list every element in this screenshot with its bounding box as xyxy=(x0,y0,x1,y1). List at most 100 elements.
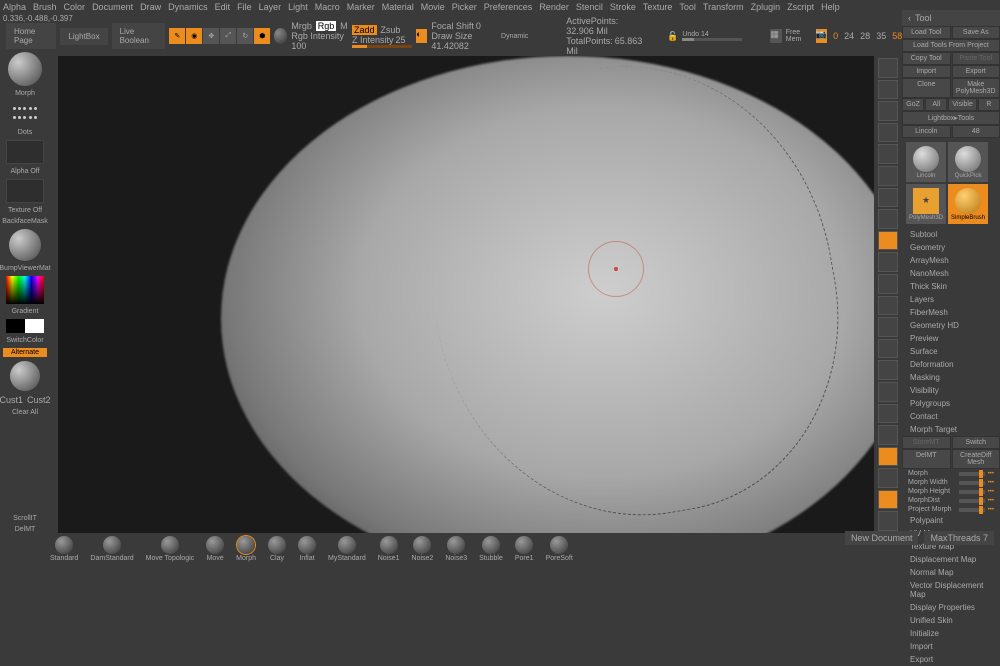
viewport-canvas[interactable] xyxy=(58,56,874,533)
panel-section-unified-skin[interactable]: Unified Skin xyxy=(902,614,1000,627)
viewport-tool-icon[interactable] xyxy=(878,296,898,316)
render-icon[interactable]: ▦ xyxy=(770,29,781,43)
document-name-label[interactable]: New Document xyxy=(845,531,919,545)
viewport-tool-icon[interactable] xyxy=(878,382,898,402)
menu-item[interactable]: Draw xyxy=(140,2,161,12)
viewport-tool-icon[interactable] xyxy=(878,231,898,251)
switch-mt-button[interactable]: Switch xyxy=(952,436,1000,449)
panel-section-subtool[interactable]: Subtool xyxy=(902,228,1000,241)
copy-tool-button[interactable]: Copy Tool xyxy=(902,52,951,65)
menu-item[interactable]: Marker xyxy=(347,2,375,12)
tool-thumb-polymesh[interactable]: ★PolyMesh3D xyxy=(906,184,946,224)
material-preview-icon[interactable] xyxy=(9,229,41,261)
stroke-dots-icon[interactable] xyxy=(8,101,42,125)
brush-shelf-noise3[interactable]: Noise3 xyxy=(445,536,467,562)
menu-item[interactable]: Color xyxy=(64,2,86,12)
save-as-button[interactable]: Save As xyxy=(952,26,1000,39)
mode-draw[interactable]: ◉ xyxy=(186,28,202,44)
viewport-tool-icon[interactable] xyxy=(878,123,898,143)
zsub-label[interactable]: Zsub xyxy=(380,25,400,35)
brush-preview-icon[interactable] xyxy=(8,52,42,86)
dynamic-toggle[interactable]: Dynamic xyxy=(501,33,528,40)
store-mt-button[interactable]: StoreMT xyxy=(902,436,951,449)
viewport-tool-icon[interactable] xyxy=(878,144,898,164)
viewport-tool-icon[interactable] xyxy=(878,274,898,294)
goz-all-button[interactable]: All xyxy=(925,98,947,111)
m-label[interactable]: M xyxy=(340,21,348,31)
goz-r-button[interactable]: R xyxy=(978,98,1000,111)
viewport-tool-icon[interactable] xyxy=(878,58,898,78)
menu-item[interactable]: Brush xyxy=(33,2,57,12)
gizmo-icon[interactable]: ⬢ xyxy=(254,28,270,44)
tool-thumb-quickpick[interactable]: QuickPick xyxy=(948,142,988,182)
paste-tool-button[interactable]: Paste Tool xyxy=(952,52,1000,65)
menu-item[interactable]: Layer xyxy=(259,2,282,12)
brush-mode-icon[interactable]: ◐ xyxy=(416,29,427,43)
delmt-label[interactable]: DelMT xyxy=(15,526,36,533)
brush-shelf-stubble[interactable]: Stubble xyxy=(479,536,503,562)
menu-item[interactable]: Preferences xyxy=(484,2,533,12)
cust-preview-icon[interactable] xyxy=(10,361,40,391)
panel-section-visibility[interactable]: Visibility xyxy=(902,384,1000,397)
brush-shelf-move topologic[interactable]: Move Topologic xyxy=(146,536,195,562)
brush-shelf-standard[interactable]: Standard xyxy=(50,536,78,562)
viewport-tool-icon[interactable] xyxy=(878,317,898,337)
panel-section-import[interactable]: Import xyxy=(902,640,1000,653)
tool-panel-header[interactable]: ‹Tool xyxy=(902,10,1000,26)
make-polymesh-button[interactable]: Make PolyMesh3D xyxy=(952,78,1000,98)
menu-item[interactable]: Render xyxy=(539,2,569,12)
clear-all-button[interactable]: Clear All xyxy=(12,409,38,416)
menu-item[interactable]: File xyxy=(237,2,252,12)
tool-thumb-simplebrush[interactable]: SimpleBrush xyxy=(948,184,988,224)
brush-shelf-pore1[interactable]: Pore1 xyxy=(515,536,534,562)
undo-label[interactable]: Undo 14 xyxy=(682,31,742,38)
del-mt-button[interactable]: DelMT xyxy=(902,449,951,469)
viewport-tool-icon[interactable] xyxy=(878,101,898,121)
panel-section-layers[interactable]: Layers xyxy=(902,293,1000,306)
viewport-tool-icon[interactable] xyxy=(878,80,898,100)
brush-shelf-poresoft[interactable]: PoreSoft xyxy=(546,536,573,562)
viewport-tool-icon[interactable] xyxy=(878,490,898,510)
menu-item[interactable]: Stencil xyxy=(576,2,603,12)
viewport-tool-icon[interactable] xyxy=(878,404,898,424)
tab-liveboolean[interactable]: Live Boolean xyxy=(112,23,166,49)
zadd-label[interactable]: Zadd xyxy=(352,25,377,35)
z-intensity-slider[interactable] xyxy=(352,45,412,48)
viewport-tool-icon[interactable] xyxy=(878,447,898,467)
z-intensity-value[interactable]: 25 xyxy=(395,35,405,45)
panel-section-export[interactable]: Export xyxy=(902,653,1000,666)
draw-size-value[interactable]: 41.42082 xyxy=(431,41,469,51)
load-tools-project-button[interactable]: Load Tools From Project xyxy=(902,39,1000,52)
tab-home[interactable]: Home Page xyxy=(6,23,56,49)
menu-item[interactable]: Picker xyxy=(452,2,477,12)
material-preview-icon[interactable] xyxy=(274,28,287,44)
viewport-tool-icon[interactable] xyxy=(878,188,898,208)
menu-item[interactable]: Texture xyxy=(643,2,673,12)
viewport-tool-icon[interactable] xyxy=(878,339,898,359)
morph-slider-morph-height[interactable]: Morph Height••• xyxy=(902,487,1000,496)
panel-section-initialize[interactable]: Initialize xyxy=(902,627,1000,640)
menu-item[interactable]: Macro xyxy=(315,2,340,12)
menu-item[interactable]: Material xyxy=(382,2,414,12)
rgb-intensity-value[interactable]: 100 xyxy=(291,41,306,51)
menu-item[interactable]: Transform xyxy=(703,2,744,12)
tab-lightbox[interactable]: LightBox xyxy=(60,28,107,45)
cust1-label[interactable]: Cust1 xyxy=(0,395,23,405)
panel-section-contact[interactable]: Contact xyxy=(902,410,1000,423)
goz-visible-button[interactable]: Visible xyxy=(948,98,977,111)
morph-slider-morphdist[interactable]: MorphDist••• xyxy=(902,496,1000,505)
panel-section-polypaint[interactable]: Polypaint xyxy=(902,514,1000,527)
panel-section-geometry[interactable]: Geometry xyxy=(902,241,1000,254)
mode-edit[interactable]: ✎ xyxy=(169,28,185,44)
goz-button[interactable]: GoZ xyxy=(902,98,924,111)
import-button[interactable]: Import xyxy=(902,65,951,78)
primary-color-swatch[interactable] xyxy=(6,319,25,333)
brush-shelf-mystandard[interactable]: MyStandard xyxy=(328,536,366,562)
alpha-slot[interactable] xyxy=(6,140,44,164)
menu-item[interactable]: Stroke xyxy=(610,2,636,12)
tool-thumb-lincoln[interactable]: Lincoln xyxy=(906,142,946,182)
panel-section-normal-map[interactable]: Normal Map xyxy=(902,566,1000,579)
gradient-label[interactable]: Gradient xyxy=(12,308,39,315)
brush-shelf-morph[interactable]: Morph xyxy=(236,536,256,562)
menu-item[interactable]: Help xyxy=(821,2,840,12)
